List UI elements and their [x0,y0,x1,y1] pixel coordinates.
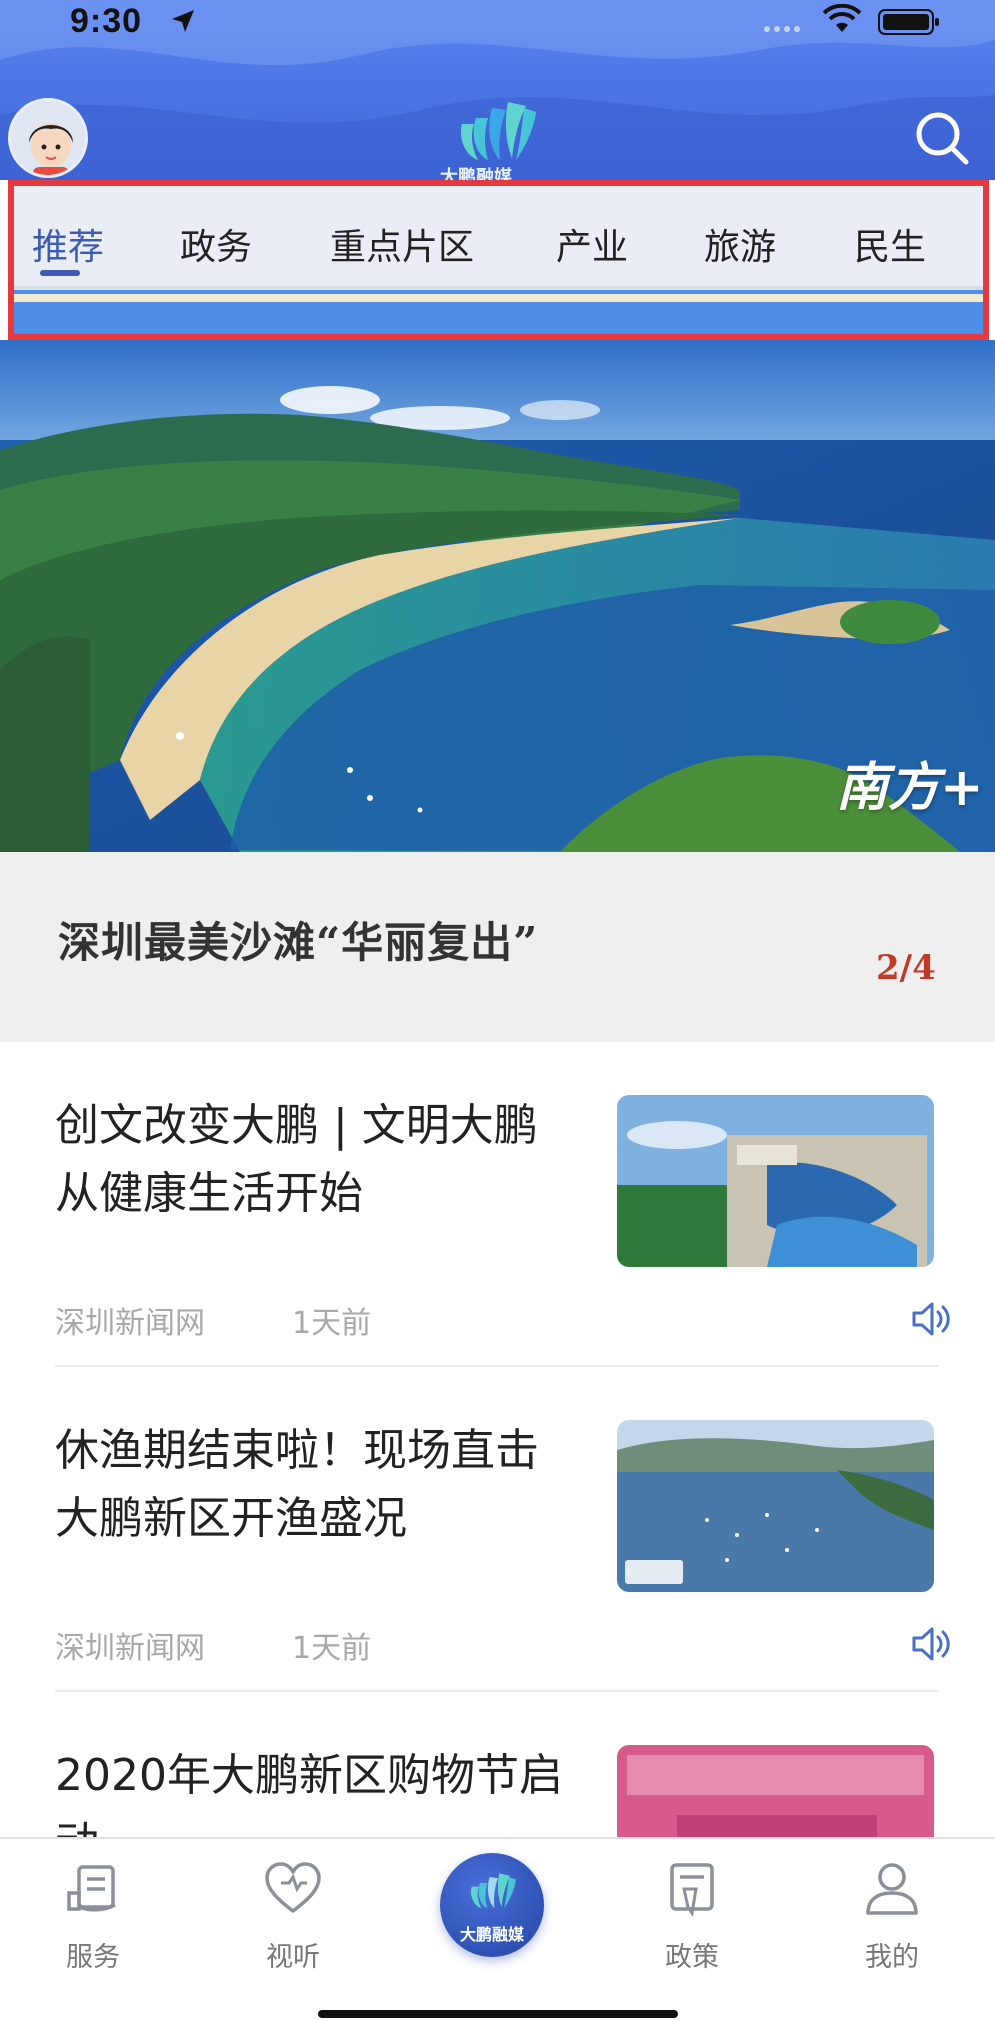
hero-title: 深圳最美沙滩“华丽复出” [58,918,539,967]
bottom-navigation: 服务 视听 大鹏融媒 政策 我的 [0,1837,995,2021]
tab-government[interactable]: 政务 [180,218,252,270]
news-item[interactable]: 2020年大鹏新区购物节启动 [0,1692,995,1837]
shopping-festival-image [617,1745,934,1837]
news-item[interactable]: 创文改变大鹏 | 文明大鹏 从健康生活开始 深圳新闻网 1天前 [0,1042,995,1367]
logo-text: 大鹏融媒 [440,167,512,180]
center-label: 大鹏融媒 [459,1925,524,1944]
tab-industry[interactable]: 产业 [556,218,628,270]
news-title: 2020年大鹏新区购物节启动 [55,1750,563,1837]
heart-icon [265,1862,321,1913]
news-thumbnail [617,1745,934,1837]
fishing-harbor-image [617,1420,934,1592]
nav-item-media[interactable]: 视听 [218,1839,368,2021]
nav-item-policy[interactable]: 政策 [617,1839,767,2021]
battery-icon [878,9,939,35]
nav-label: 视听 [266,1942,320,1973]
tab-bar-band [14,294,983,302]
tab-livelihood[interactable]: 民生 [854,218,926,270]
dapeng-logo-icon [470,1873,516,1909]
tab-key-areas[interactable]: 重点片区 [330,218,474,270]
speaker-icon[interactable] [910,1298,952,1340]
news-source: 深圳新闻网 [55,1306,205,1341]
mural-building-image [617,1095,934,1267]
home-indicator [318,2010,678,2018]
news-source: 深圳新闻网 [55,1631,205,1666]
speaker-icon[interactable] [910,1623,952,1665]
news-thumbnail [617,1095,934,1267]
news-time: 1天前 [292,1631,372,1666]
news-thumbnail [617,1420,934,1592]
wifi-icon [822,4,862,32]
tab-strip: 推荐 政务 重点片区 产业 旅游 民生 [14,186,983,290]
location-arrow-icon [172,10,194,32]
tab-tourism[interactable]: 旅游 [704,218,776,270]
news-title: 休渔期结束啦！现场直击大鹏新区开渔盛况 [55,1425,539,1544]
user-avatar[interactable] [8,98,88,178]
service-icon [67,1865,116,1912]
news-title: 创文改变大鹏 | 文明大鹏 从健康生活开始 [55,1100,538,1219]
signal-icon [764,26,800,32]
search-icon[interactable] [912,108,972,168]
center-dapeng-button[interactable]: 大鹏融媒 [440,1853,544,1957]
nav-label: 政策 [665,1942,719,1973]
tab-recommend[interactable]: 推荐 [32,218,104,270]
app-header: 9:30 大鹏融媒 [0,0,995,180]
policy-icon [670,1863,714,1917]
nav-item-profile[interactable]: 我的 [817,1839,967,2021]
hero-caption[interactable]: 深圳最美沙滩“华丽复出” 2/4 [0,852,995,1042]
nav-label: 我的 [865,1942,919,1973]
status-time: 9:30 [70,2,143,40]
category-tab-bar: 推荐 政务 重点片区 产业 旅游 民生 [8,180,989,340]
nav-label: 服务 [66,1942,120,1973]
active-tab-indicator [40,270,80,276]
source-watermark: 南方+ [836,757,984,818]
profile-icon [866,1863,918,1915]
news-time: 1天前 [292,1306,372,1341]
slide-counter: 2/4 [876,948,936,988]
news-item[interactable]: 休渔期结束啦！现场直击大鹏新区开渔盛况 深圳新闻网 1天前 [0,1367,995,1692]
nav-item-service[interactable]: 服务 [18,1839,168,2021]
dapeng-logo-icon [460,102,536,160]
